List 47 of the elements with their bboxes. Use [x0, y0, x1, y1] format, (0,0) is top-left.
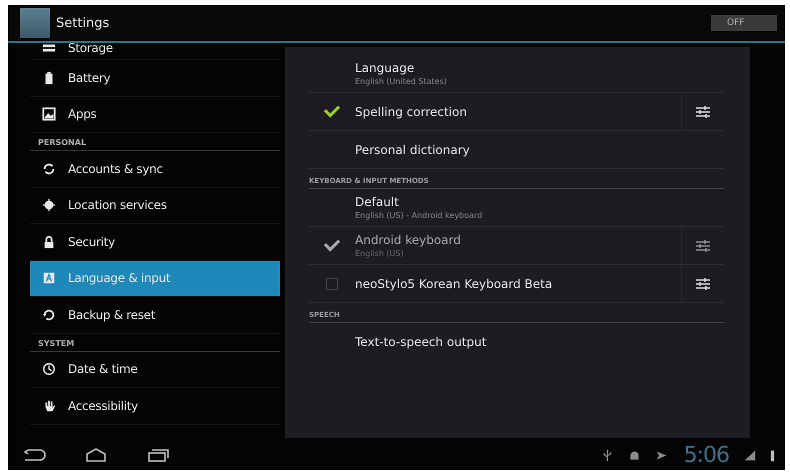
recent-apps-icon[interactable]: [146, 448, 170, 462]
preference-summary: English (US): [355, 249, 405, 258]
apps-icon: [42, 107, 56, 122]
preference-title: Android keyboard: [355, 233, 462, 247]
window-title: Settings: [56, 16, 110, 30]
preference-item[interactable]: neoStylo5 Korean Keyboard Beta: [309, 265, 724, 303]
backup-icon: [42, 308, 56, 322]
location-icon: [42, 198, 56, 212]
back-icon[interactable]: [22, 448, 46, 462]
sidebar-item[interactable]: Battery: [30, 60, 280, 96]
lock-icon: [42, 234, 56, 249]
sidebar-item[interactable]: Apps: [30, 96, 280, 133]
sidebar-item[interactable]: Location services: [30, 188, 280, 224]
settings-icon: [695, 104, 711, 120]
sidebar-item[interactable]: Backup & reset: [30, 297, 280, 334]
preference-summary: English (US) - Android keyboard: [355, 211, 484, 220]
sidebar-item[interactable]: Storage: [30, 37, 280, 60]
preference-item[interactable]: Spelling correction: [309, 93, 724, 131]
preference-title: Personal dictionary: [355, 142, 471, 156]
clock-icon: [42, 362, 56, 376]
checkbox[interactable]: [326, 278, 338, 290]
preference-title: Text-to-speech output: [355, 334, 488, 348]
sidebar-item[interactable]: Accessibility: [30, 388, 280, 424]
language-icon: [42, 271, 56, 286]
usb-icon[interactable]: [600, 448, 614, 462]
toggle-switch[interactable]: OFF: [711, 15, 777, 31]
notification-icon[interactable]: [654, 448, 668, 462]
section-header: SYSTEM: [30, 334, 280, 352]
preference-title: Default: [355, 195, 400, 209]
preference-item[interactable]: Default English (US) - Android keyboard: [309, 189, 724, 227]
preference-item[interactable]: Text-to-speech output: [309, 323, 724, 360]
section-header: PERSONAL: [30, 133, 280, 151]
sidebar-item[interactable]: Accounts & sync: [30, 151, 280, 188]
sync-icon: [42, 162, 56, 176]
preference-summary: English (United States): [355, 77, 448, 86]
home-icon[interactable]: [84, 448, 108, 462]
settings-icon: [695, 276, 711, 292]
battery-icon: [770, 448, 775, 462]
preference-item[interactable]: Personal dictionary: [309, 131, 724, 169]
preference-title: Spelling correction: [355, 104, 468, 118]
preference-item[interactable]: Language English (United States): [309, 55, 724, 93]
sidebar-item[interactable]: Date & time: [30, 352, 280, 388]
settings-icon: [695, 238, 711, 254]
clock-time: 5:06: [684, 442, 729, 468]
signal-icon: [743, 448, 756, 462]
preference-title: neoStylo5 Korean Keyboard Beta: [355, 276, 554, 290]
preference-title: Language: [355, 61, 416, 75]
